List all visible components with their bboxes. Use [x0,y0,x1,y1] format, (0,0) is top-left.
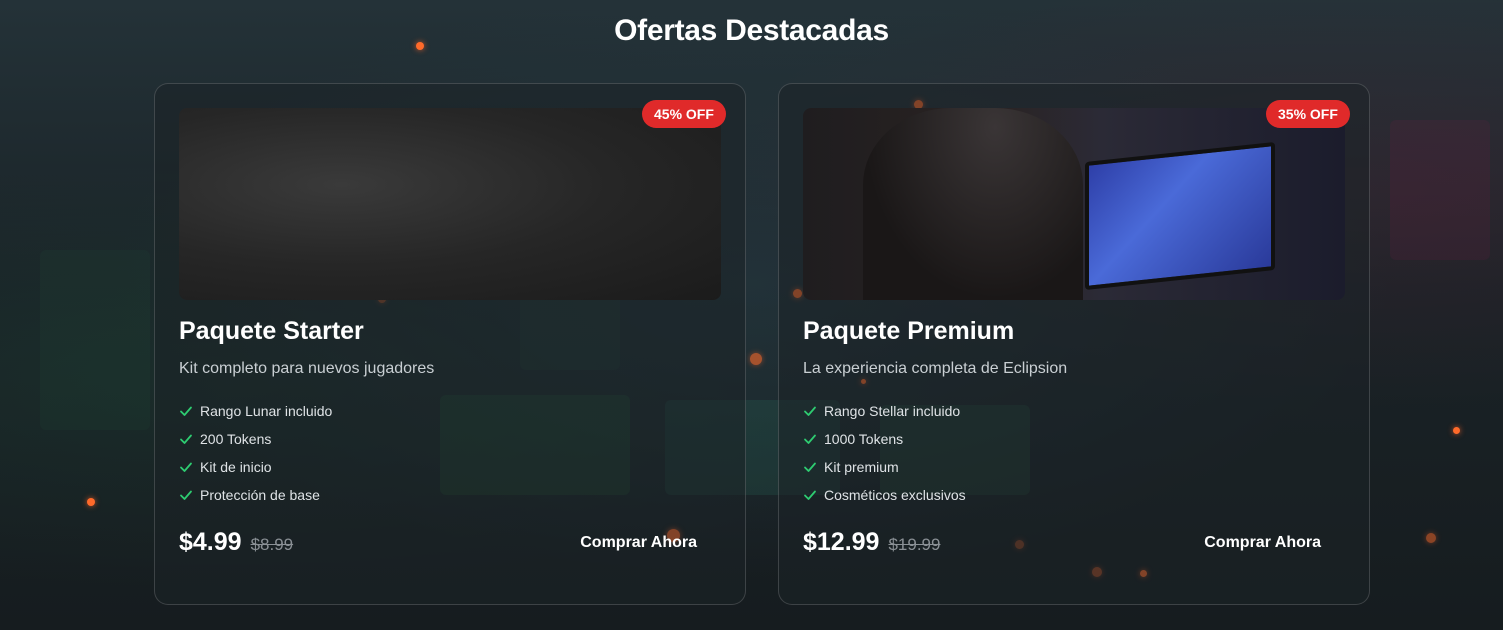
old-price: $8.99 [250,535,294,554]
discount-badge: 35% OFF [1266,100,1350,128]
feature-label: Protección de base [200,487,320,503]
feature-item: Rango Lunar incluido [179,397,332,425]
offer-description: La experiencia completa de Eclipsion [803,360,1068,377]
background-arcade-cabinet [1390,120,1490,260]
offer-card-starter: 45% OFF Paquete Starter Kit completo par… [154,83,746,605]
feature-label: Rango Lunar incluido [200,403,333,419]
feature-label: Cosméticos exclusivos [824,487,966,503]
check-icon [804,490,816,500]
feature-label: Rango Stellar incluido [824,403,961,419]
offers-section: Ofertas Destacadas 45% OFF Paquete Start… [0,0,1503,630]
offer-image [803,108,1345,300]
section-title: Ofertas Destacadas [614,14,889,47]
feature-label: Kit premium [824,459,899,475]
price-row: $12.99 $19.99 [803,528,940,557]
check-icon [180,462,192,472]
game-monitor [1085,142,1275,290]
check-icon [180,490,192,500]
background-arcade-cabinet [40,250,150,430]
feature-label: Kit de inicio [200,459,272,475]
feature-label: 1000 Tokens [824,431,904,447]
feature-item: Kit de inicio [179,453,332,481]
offer-description: Kit completo para nuevos jugadores [179,360,435,377]
check-icon [180,406,192,416]
check-icon [804,462,816,472]
offer-title: Paquete Premium [803,317,1015,345]
price: $12.99 [803,528,880,556]
check-icon [804,434,816,444]
feature-list: Rango Lunar incluido 200 Tokens Kit de i… [179,397,332,509]
offer-title: Paquete Starter [179,317,364,345]
check-icon [804,406,816,416]
feature-item: Rango Stellar incluido [803,397,966,425]
gamer-silhouette [863,108,1083,300]
feature-label: 200 Tokens [200,431,272,447]
feature-list: Rango Stellar incluido 1000 Tokens Kit p… [803,397,966,509]
old-price: $19.99 [888,535,941,554]
particle [1453,427,1460,434]
check-icon [180,434,192,444]
particle [1426,533,1436,543]
feature-item: Protección de base [179,481,332,509]
price: $4.99 [179,528,242,556]
particle [750,353,762,365]
feature-item: 200 Tokens [179,425,332,453]
offer-card-premium: 35% OFF Paquete Premium La experiencia c… [778,83,1370,605]
buy-now-button[interactable]: Comprar Ahora [580,534,697,552]
feature-item: Cosméticos exclusivos [803,481,966,509]
discount-badge: 45% OFF [642,100,726,128]
price-row: $4.99 $8.99 [179,528,293,557]
offer-image [179,108,721,300]
particle [87,498,95,506]
feature-item: Kit premium [803,453,966,481]
buy-now-button[interactable]: Comprar Ahora [1204,534,1321,552]
feature-item: 1000 Tokens [803,425,966,453]
